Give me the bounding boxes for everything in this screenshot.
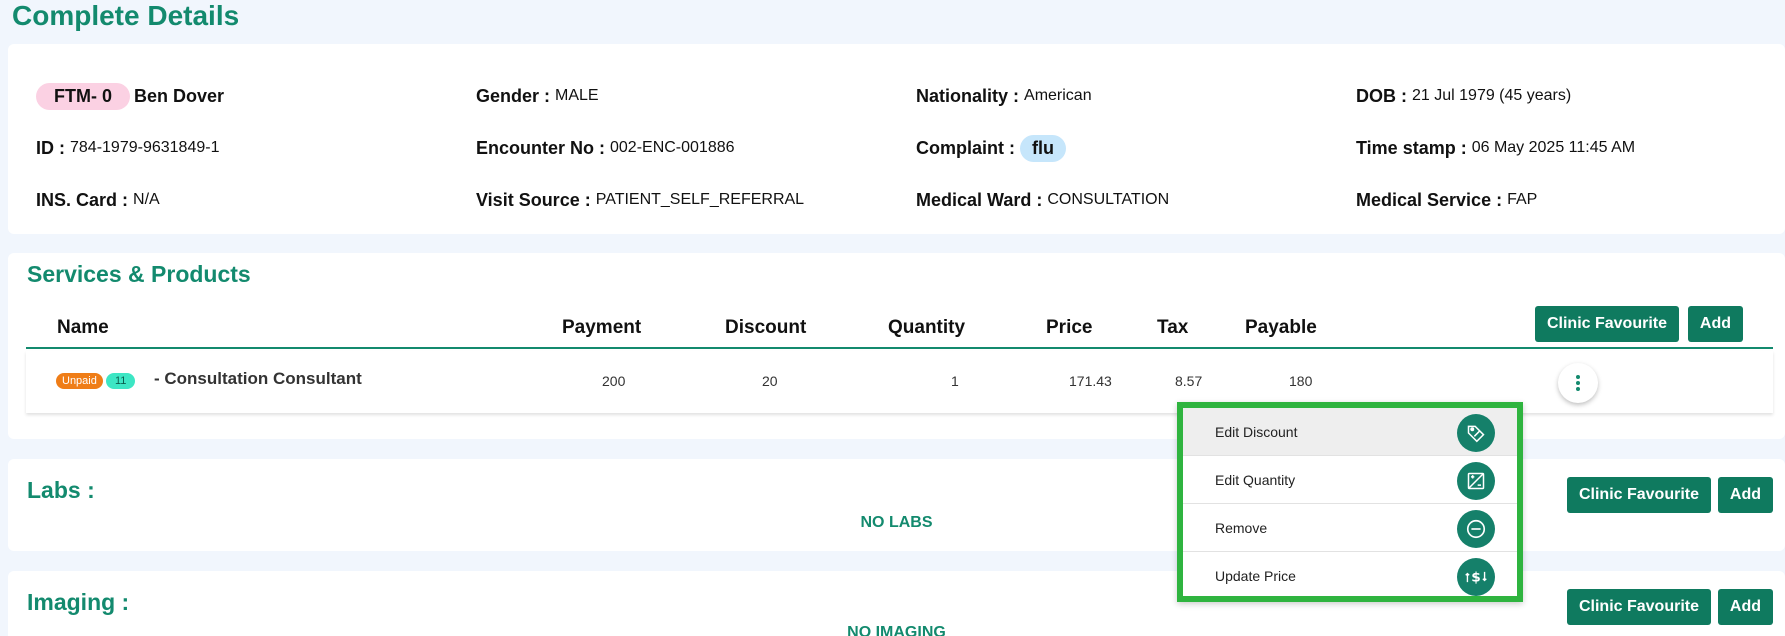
menu-item-label: Update Price — [1215, 568, 1296, 584]
col-discount: Discount — [725, 317, 807, 338]
complaint-chip: flu — [1020, 134, 1066, 162]
complaint-cell: Complaint : flu — [916, 122, 1356, 174]
id-value: 784-1979-9631849-1 — [70, 139, 220, 156]
cell-tax: 8.57 — [1175, 373, 1203, 389]
complaint-label: Complaint : — [916, 137, 1015, 158]
gender-cell: Gender : MALE — [476, 70, 916, 122]
menu-item-label: Edit Discount — [1215, 423, 1298, 440]
medical-ward-cell: Medical Ward : CONSULTATION — [916, 174, 1356, 226]
visit-source-cell: Visit Source : PATIENT_SELF_REFERRAL — [476, 174, 916, 226]
timestamp-value: 06 May 2025 11:45 AM — [1471, 139, 1636, 156]
services-table-header: Name Payment Discount Quantity Price Tax… — [26, 311, 1773, 349]
patient-tag: FTM- 0 — [36, 82, 130, 110]
menu-item-update-price[interactable]: Update Price $ — [1183, 552, 1517, 600]
cell-discount: 20 — [762, 373, 778, 389]
discount-tag-icon — [1457, 414, 1495, 452]
menu-item-remove[interactable]: Remove — [1183, 504, 1517, 552]
col-price: Price — [1046, 317, 1093, 338]
encounter-value: 002-ENC-001886 — [610, 139, 735, 156]
encounter-label: Encounter No : — [476, 137, 605, 158]
cell-price: 171.43 — [1069, 373, 1112, 389]
ins-card-value: N/A — [133, 191, 160, 208]
payment-status-badge: Unpaid — [56, 373, 103, 389]
nationality-label: Nationality : — [916, 85, 1020, 106]
menu-item-edit-quantity[interactable]: Edit Quantity — [1183, 456, 1517, 504]
labs-clinic-favourite-button[interactable]: Clinic Favourite — [1566, 477, 1711, 513]
imaging-title: Imaging : — [27, 589, 130, 615]
patient-name-cell: FTM- 0 Ben Dover — [36, 70, 476, 122]
row-actions-kebab-icon[interactable] — [1558, 363, 1598, 403]
nationality-value: American — [1024, 87, 1092, 104]
count-badge: 11 — [106, 373, 136, 389]
ins-card-label: INS. Card : — [36, 189, 129, 210]
menu-item-label: Remove — [1215, 519, 1268, 536]
services-title: Services & Products — [27, 261, 251, 287]
id-label: ID : — [36, 137, 65, 158]
col-name: Name — [57, 317, 109, 338]
row-actions-menu: Edit Discount Edit Quantity Remove Updat… — [1177, 402, 1523, 602]
dob-cell: DOB : 21 Jul 1979 (45 years) — [1356, 70, 1776, 122]
nationality-cell: Nationality : American — [916, 70, 1356, 122]
visit-source-value: PATIENT_SELF_REFERRAL — [595, 191, 805, 208]
patient-details-card: FTM- 0 Ben Dover Gender : MALE Nationali… — [8, 44, 1785, 234]
col-payment: Payment — [562, 317, 642, 338]
imaging-clinic-favourite-button[interactable]: Clinic Favourite — [1566, 589, 1711, 625]
id-cell: ID : 784-1979-9631849-1 — [36, 122, 476, 174]
patient-name: Ben Dover — [134, 85, 225, 106]
medical-service-value: FAP — [1507, 191, 1538, 208]
minus-circle-icon — [1457, 510, 1495, 548]
menu-item-label: Edit Quantity — [1215, 471, 1296, 488]
service-name: - Consultation Consultant — [154, 369, 362, 388]
labs-add-button[interactable]: Add — [1717, 477, 1773, 513]
quantity-icon — [1457, 462, 1495, 500]
menu-item-edit-discount[interactable]: Edit Discount — [1183, 408, 1517, 456]
medical-ward-value: CONSULTATION — [1047, 191, 1170, 208]
labs-title: Labs : — [27, 477, 95, 503]
imaging-add-button[interactable]: Add — [1717, 589, 1773, 625]
imaging-empty-message: NO IMAGING — [847, 624, 946, 636]
timestamp-cell: Time stamp : 06 May 2025 11:45 AM — [1356, 122, 1776, 174]
dob-value: 21 Jul 1979 (45 years) — [1412, 87, 1572, 104]
col-payable: Payable — [1245, 317, 1317, 338]
col-quantity: Quantity — [888, 317, 966, 338]
gender-label: Gender : — [476, 85, 551, 106]
price-update-icon: $ — [1457, 558, 1495, 596]
ins-card-cell: INS. Card : N/A — [36, 174, 476, 226]
gender-value: MALE — [555, 87, 599, 104]
svg-text:$: $ — [1471, 569, 1481, 585]
encounter-cell: Encounter No : 002-ENC-001886 — [476, 122, 916, 174]
medical-service-cell: Medical Service : FAP — [1356, 174, 1776, 226]
cell-payable: 180 — [1289, 373, 1313, 389]
medical-service-label: Medical Service : — [1356, 189, 1503, 210]
cell-payment: 200 — [602, 373, 626, 389]
visit-source-label: Visit Source : — [476, 189, 591, 210]
dob-label: DOB : — [1356, 85, 1407, 106]
col-tax: Tax — [1157, 317, 1189, 338]
timestamp-label: Time stamp : — [1356, 137, 1467, 158]
cell-quantity: 1 — [951, 373, 959, 389]
medical-ward-label: Medical Ward : — [916, 189, 1043, 210]
page-title: Complete Details — [12, 0, 240, 31]
